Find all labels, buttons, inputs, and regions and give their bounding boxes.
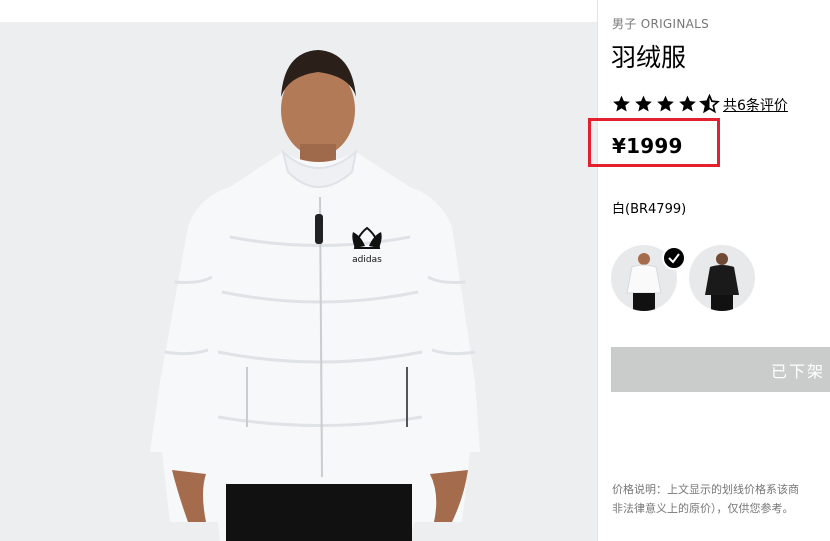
- price-highlight-box: [588, 118, 720, 167]
- star-icon: [635, 95, 652, 112]
- product-title: 羽绒服: [611, 43, 687, 72]
- half-star-icon: [699, 94, 720, 114]
- sold-out-button[interactable]: 已下架: [611, 347, 830, 392]
- rating-stars: [611, 94, 720, 114]
- product-photo-jacket: adidas: [150, 50, 480, 541]
- breadcrumb[interactable]: 男子 ORIGINALS: [612, 15, 709, 32]
- adidas-logo-text: adidas: [352, 255, 382, 265]
- star-icon: [657, 95, 674, 112]
- price-note-line: 价格说明：上文显示的划线价格系该商: [612, 483, 799, 496]
- price-note: 价格说明：上文显示的划线价格系该商 非法律意义上的原价），仅供您参考。: [612, 480, 830, 518]
- star-icon: [613, 95, 630, 112]
- selected-color-label: 白(BR4799): [612, 202, 687, 217]
- star-icon: [679, 95, 696, 112]
- color-swatch-black[interactable]: [689, 245, 755, 311]
- reviews-link[interactable]: 共6条评价: [723, 95, 788, 115]
- check-icon: [662, 246, 686, 270]
- top-bar: [0, 0, 597, 22]
- price-note-line: 非法律意义上的原价），仅供您参考。: [612, 502, 794, 515]
- product-info-panel: 男子 ORIGINALS 羽绒服 共6条评价 ¥1999 白(BR4799) 已…: [598, 0, 830, 541]
- product-image-gallery[interactable]: adidas: [0, 22, 597, 541]
